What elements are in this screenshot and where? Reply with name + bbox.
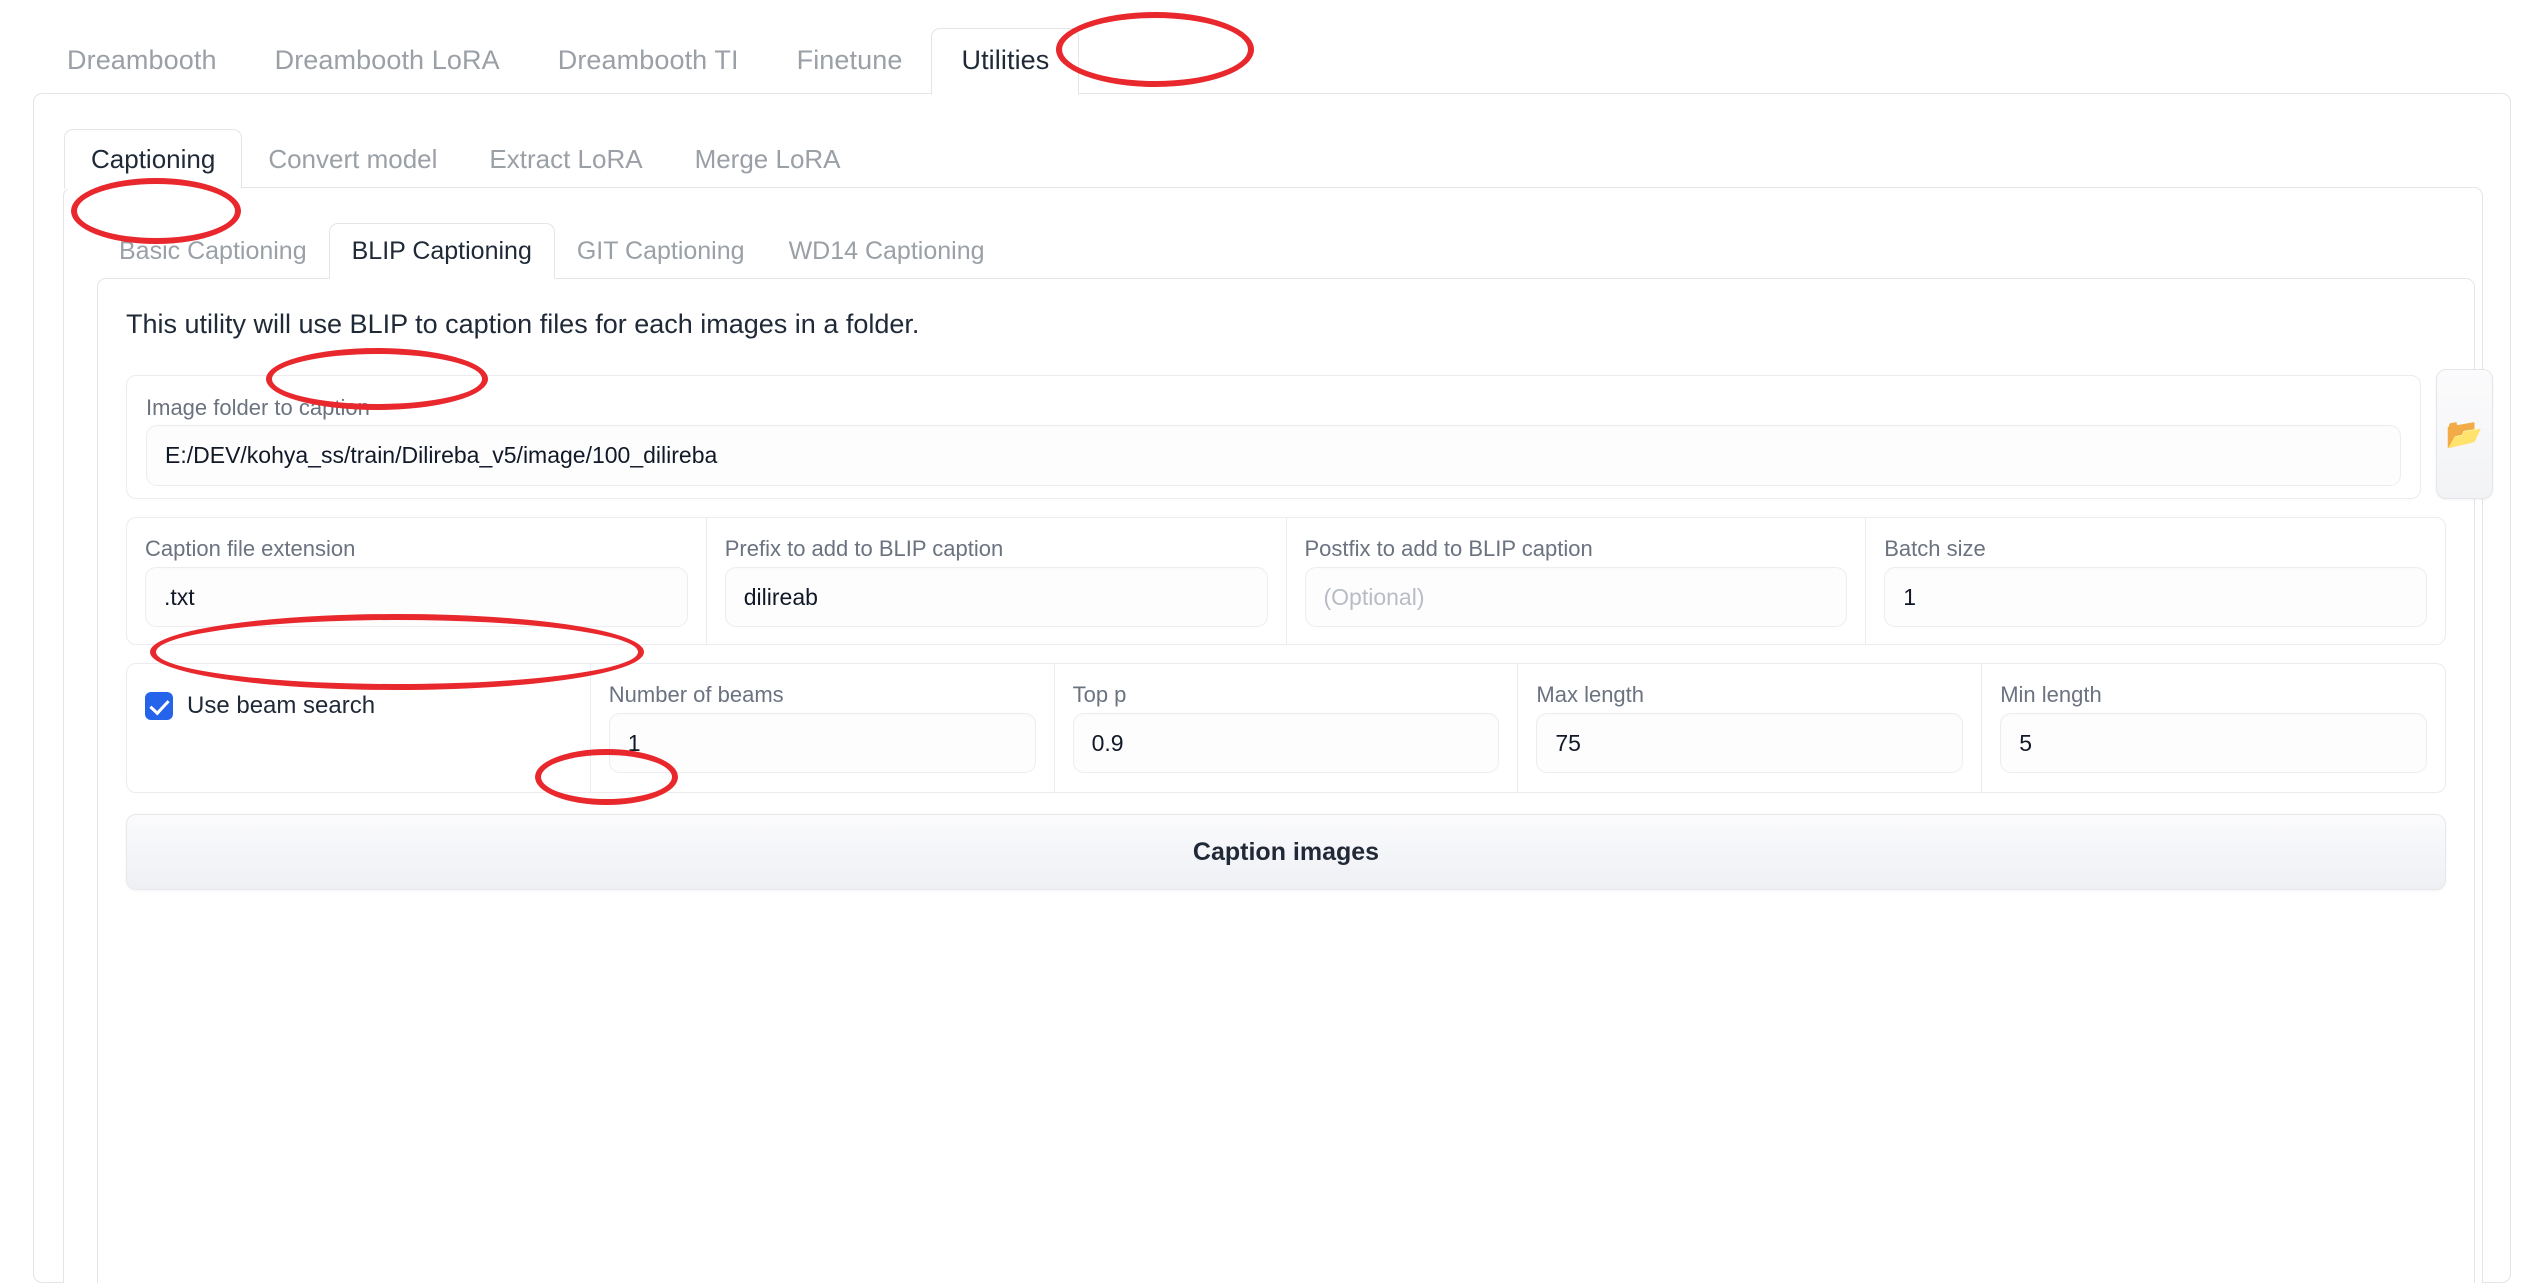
caption-options-row: Caption file extension .txt Prefix to ad… <box>126 517 2446 645</box>
tab-dreambooth-ti[interactable]: Dreambooth TI <box>529 47 768 94</box>
caption-file-extension-cell: Caption file extension .txt <box>127 518 707 644</box>
tab-dreambooth[interactable]: Dreambooth <box>38 47 246 94</box>
captioning-panel: Basic Captioning BLIP Captioning GIT Cap… <box>63 187 2483 1283</box>
beam-search-row: Use beam search Number of beams 1 Top p … <box>126 663 2446 793</box>
tab-utilities[interactable]: Utilities <box>931 28 1079 95</box>
number-of-beams-input[interactable]: 1 <box>609 713 1036 773</box>
folder-open-icon: 📂 <box>2446 417 2483 452</box>
use-beam-search-label: Use beam search <box>187 692 375 720</box>
postfix-input[interactable]: (Optional) <box>1305 567 1848 627</box>
top-p-cell: Top p 0.9 <box>1055 664 1519 792</box>
top-p-label: Top p <box>1073 684 1500 706</box>
tab-convert-model[interactable]: Convert model <box>242 146 463 188</box>
prefix-cell: Prefix to add to BLIP caption dilireab <box>707 518 1287 644</box>
image-folder-label: Image folder to caption <box>146 397 370 419</box>
batch-size-cell: Batch size 1 <box>1866 518 2445 644</box>
caption-file-extension-label: Caption file extension <box>145 538 688 560</box>
utilities-tabbar: Captioning Convert model Extract LoRA Me… <box>34 122 2510 188</box>
tab-basic-captioning[interactable]: Basic Captioning <box>97 239 329 278</box>
caption-file-extension-input[interactable]: .txt <box>145 567 688 627</box>
checkbox-checked-icon[interactable] <box>145 692 173 720</box>
prefix-label: Prefix to add to BLIP caption <box>725 538 1268 560</box>
utility-description: This utility will use BLIP to caption fi… <box>126 307 919 342</box>
postfix-label: Postfix to add to BLIP caption <box>1305 538 1848 560</box>
prefix-input[interactable]: dilireab <box>725 567 1268 627</box>
number-of-beams-label: Number of beams <box>609 684 1036 706</box>
caption-images-button[interactable]: Caption images <box>126 814 2446 890</box>
utilities-panel: Captioning Convert model Extract LoRA Me… <box>33 93 2511 1283</box>
postfix-cell: Postfix to add to BLIP caption (Optional… <box>1287 518 1867 644</box>
tab-extract-lora[interactable]: Extract LoRA <box>463 146 668 188</box>
app-window: Dreambooth Dreambooth LoRA Dreambooth TI… <box>0 0 2535 1283</box>
tab-wd14-captioning[interactable]: WD14 Captioning <box>767 239 1007 278</box>
max-length-cell: Max length 75 <box>1518 664 1982 792</box>
number-of-beams-cell: Number of beams 1 <box>591 664 1055 792</box>
use-beam-search-toggle[interactable]: Use beam search <box>145 684 572 720</box>
min-length-label: Min length <box>2000 684 2427 706</box>
tab-dreambooth-lora[interactable]: Dreambooth LoRA <box>246 47 529 94</box>
image-folder-input[interactable]: E:/DEV/kohya_ss/train/Dilireba_v5/image/… <box>146 425 2401 486</box>
tab-finetune[interactable]: Finetune <box>768 47 932 94</box>
max-length-label: Max length <box>1536 684 1963 706</box>
batch-size-label: Batch size <box>1884 538 2427 560</box>
image-folder-group: Image folder to caption E:/DEV/kohya_ss/… <box>126 375 2421 499</box>
use-beam-search-cell: Use beam search <box>127 664 591 792</box>
tab-merge-lora[interactable]: Merge LoRA <box>669 146 867 188</box>
min-length-cell: Min length 5 <box>1982 664 2445 792</box>
primary-tabbar: Dreambooth Dreambooth LoRA Dreambooth TI… <box>0 0 2535 94</box>
captioning-tabbar: Basic Captioning BLIP Captioning GIT Cap… <box>64 216 2482 278</box>
tab-git-captioning[interactable]: GIT Captioning <box>555 239 767 278</box>
top-p-input[interactable]: 0.9 <box>1073 713 1500 773</box>
min-length-input[interactable]: 5 <box>2000 713 2427 773</box>
tab-captioning[interactable]: Captioning <box>64 129 242 189</box>
folder-browse-button[interactable]: 📂 <box>2436 369 2493 499</box>
max-length-input[interactable]: 75 <box>1536 713 1963 773</box>
batch-size-input[interactable]: 1 <box>1884 567 2427 627</box>
tab-blip-captioning[interactable]: BLIP Captioning <box>329 223 555 279</box>
blip-captioning-panel: This utility will use BLIP to caption fi… <box>97 278 2475 1283</box>
